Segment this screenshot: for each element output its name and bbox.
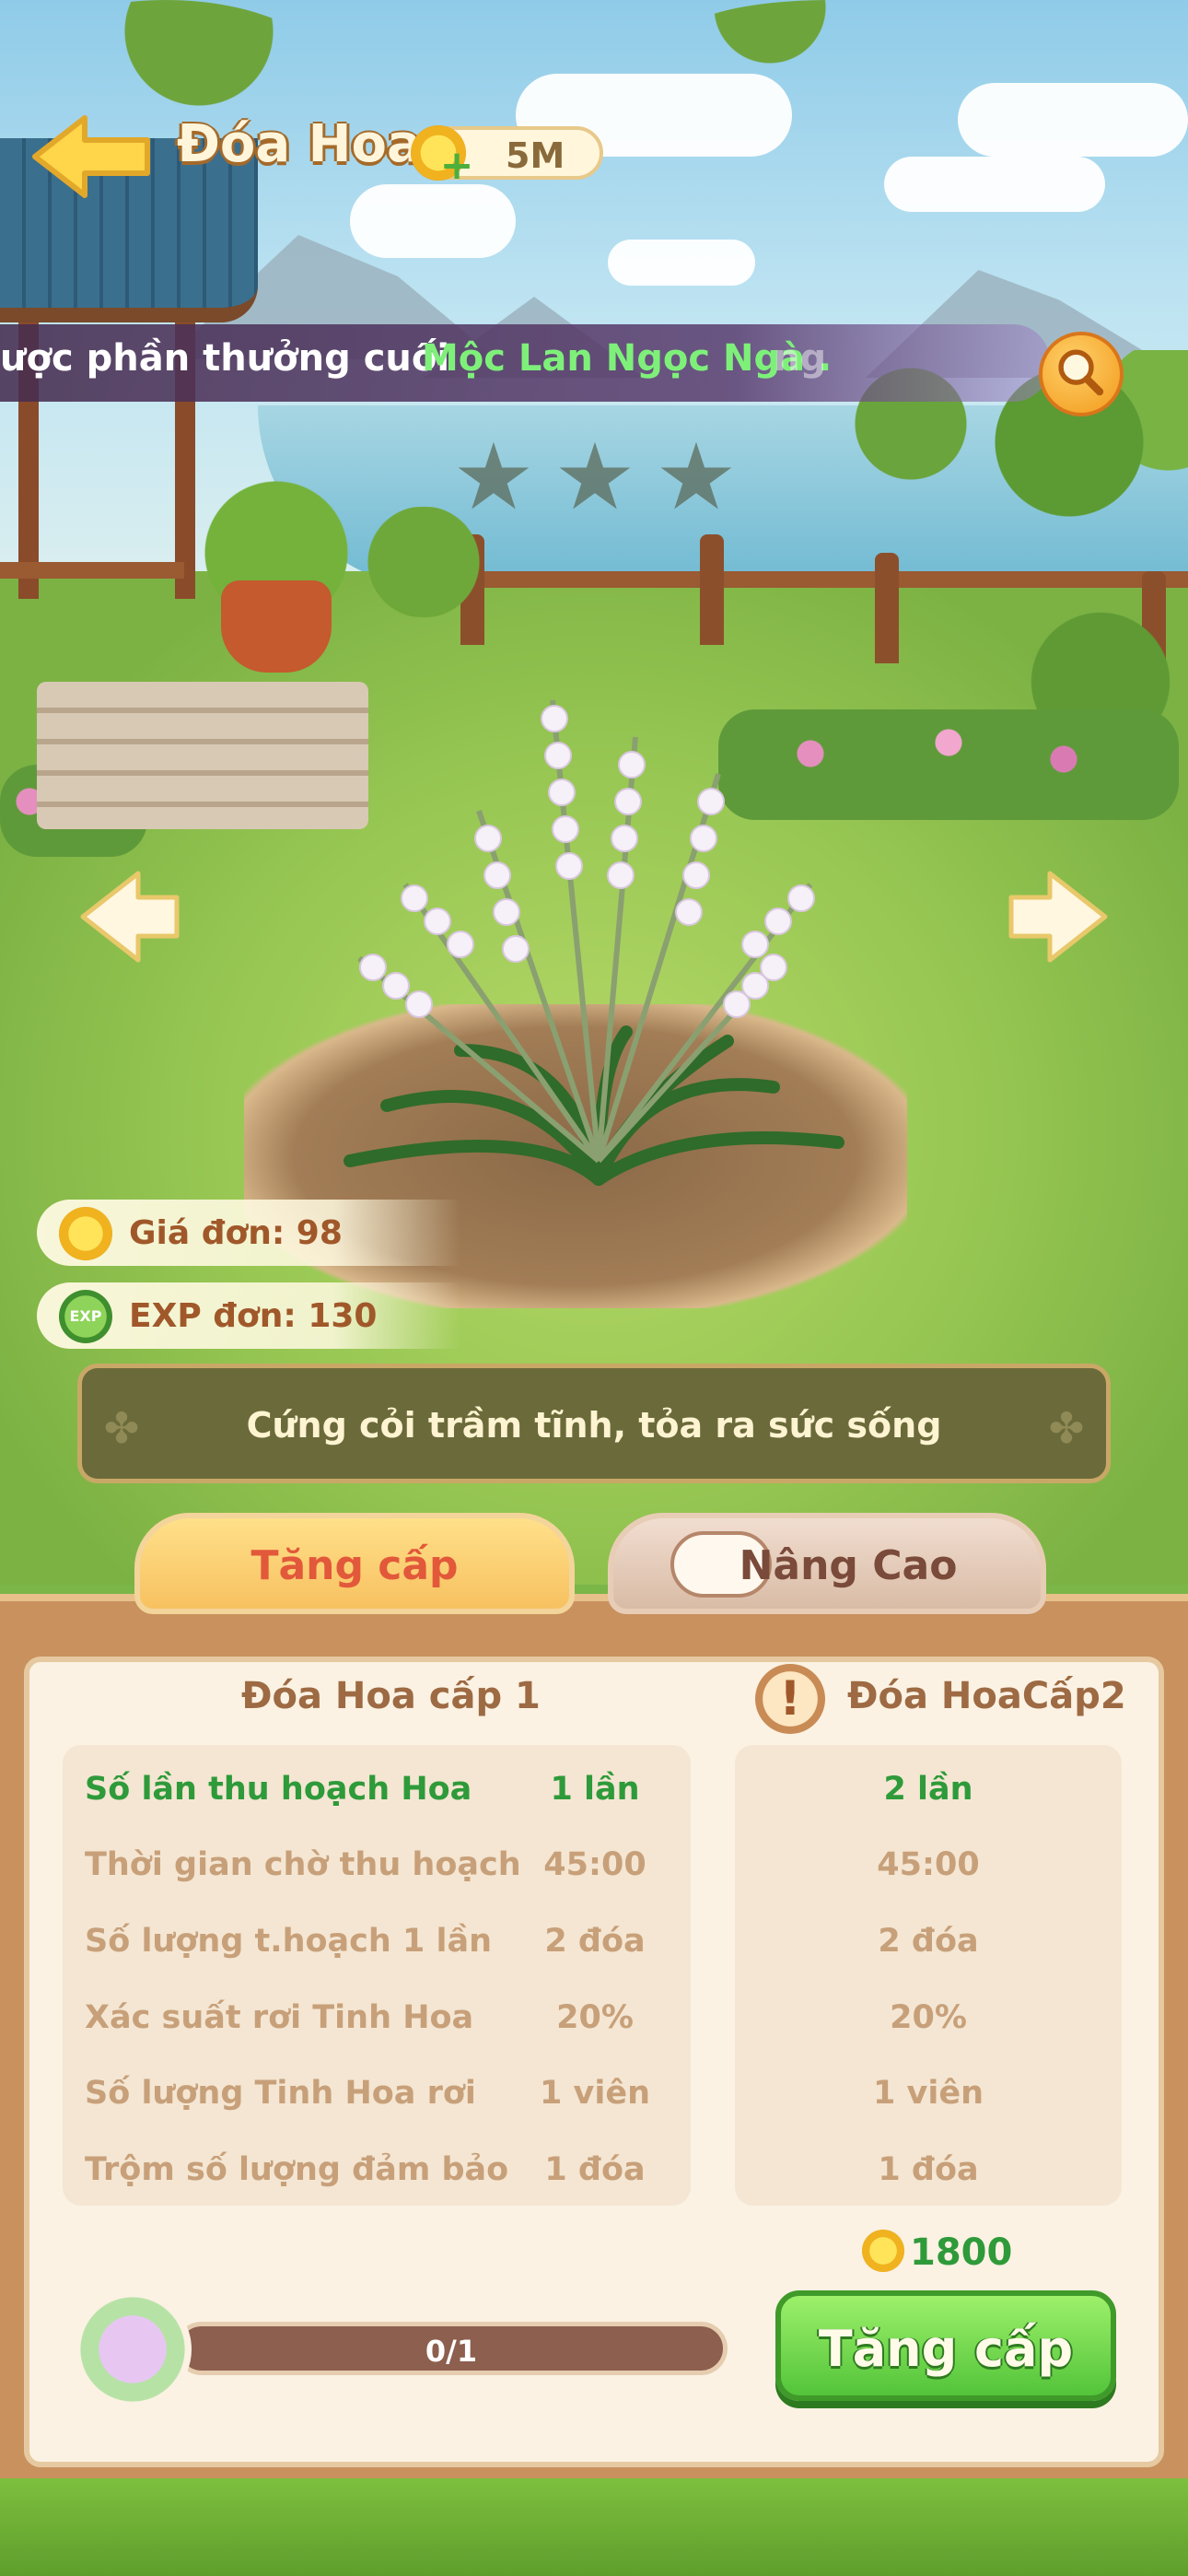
page-title: Đóa Hoa bbox=[177, 114, 422, 174]
lily-turf-plant bbox=[344, 699, 844, 1186]
stat-row-value: 2 đóa bbox=[544, 1923, 646, 1960]
plus-icon[interactable]: + bbox=[438, 146, 475, 186]
marquee-prefix: ược phần thưởng cuối bbox=[0, 337, 450, 380]
info-icon[interactable]: ! bbox=[755, 1664, 825, 1734]
next-stat-value: 1 đóa bbox=[878, 2151, 979, 2188]
leaf bbox=[344, 1140, 605, 1186]
flower-seed-icon[interactable] bbox=[74, 2290, 192, 2408]
fence-post bbox=[700, 534, 724, 645]
star-icon: ★ bbox=[452, 423, 535, 531]
next-stats-card bbox=[735, 1745, 1122, 2206]
current-stats-card bbox=[63, 1745, 691, 2206]
next-arrow-icon[interactable] bbox=[1004, 866, 1114, 967]
coin-amount: 5M bbox=[506, 135, 565, 176]
seed-progress-bar: 0/1 bbox=[175, 2322, 728, 2375]
stat-row-label: Xác suất rơi Tinh Hoa bbox=[85, 1999, 474, 2036]
upgrade-cost: 1800 bbox=[910, 2231, 1013, 2274]
cloud bbox=[608, 240, 755, 286]
stat-row-label: Trộm số lượng đảm bảo bbox=[85, 2151, 509, 2188]
coin-icon bbox=[862, 2230, 904, 2272]
tab-upgrade-label: Tăng cấp bbox=[250, 1542, 459, 1589]
search-button[interactable] bbox=[1039, 332, 1124, 416]
next-level-title: Đóa HoaCấp2 bbox=[847, 1675, 1126, 1717]
next-stat-value: 45:00 bbox=[877, 1846, 980, 1883]
tab-upgrade[interactable]: Tăng cấp bbox=[134, 1513, 575, 1614]
price-stat: Giá đơn: 98 bbox=[37, 1200, 460, 1266]
tab-advanced-label: Nâng Cao bbox=[739, 1542, 958, 1589]
stat-row-value: 45:00 bbox=[543, 1846, 646, 1883]
stat-row-label: Số lần thu hoạch Hoa bbox=[85, 1771, 472, 1808]
flower-pot bbox=[221, 580, 332, 673]
stat-row-label: Thời gian chờ thu hoạch bbox=[85, 1846, 521, 1883]
stat-row-value: 20% bbox=[556, 1999, 634, 2036]
exp-label: EXP đơn: 130 bbox=[129, 1297, 378, 1335]
stat-row-label: Số lượng Tinh Hoa rơi bbox=[85, 2075, 476, 2112]
prev-arrow-icon[interactable] bbox=[74, 866, 184, 967]
upgrade-button[interactable]: Tăng cấp bbox=[775, 2290, 1116, 2401]
plant-description: ✤ Cứng cỏi trầm tĩnh, tỏa ra sức sống ✤ bbox=[77, 1364, 1111, 1483]
price-label: Giá đơn: 98 bbox=[129, 1214, 343, 1252]
next-stat-value: 2 lần bbox=[883, 1771, 973, 1808]
exp-stat: EXP EXP đơn: 130 bbox=[37, 1282, 460, 1349]
tab-advanced[interactable]: Nâng Cao bbox=[608, 1513, 1046, 1614]
current-level-title: Đóa Hoa cấp 1 bbox=[241, 1675, 541, 1717]
coin-icon bbox=[59, 1207, 112, 1260]
next-stat-value: 1 viên bbox=[872, 2075, 984, 2112]
cloud bbox=[958, 83, 1188, 157]
next-stat-value: 20% bbox=[890, 1999, 967, 2036]
stat-row-label: Số lượng t.hoạch 1 lần bbox=[85, 1923, 493, 1960]
star-icon: ★ bbox=[655, 423, 738, 531]
cloud bbox=[884, 157, 1105, 212]
star-icon: ★ bbox=[553, 423, 636, 531]
upgrade-button-label: Tăng cấp bbox=[818, 2320, 1074, 2378]
progress-text: 0/1 bbox=[425, 2334, 478, 2369]
magnifier-icon bbox=[1058, 349, 1104, 396]
reward-marquee: ược phần thưởng cuối Mộc Lan Ngọc Ngà . … bbox=[0, 324, 1050, 402]
fence-post bbox=[875, 553, 899, 663]
description-text: Cứng cỏi trầm tĩnh, tỏa ra sức sống bbox=[246, 1405, 942, 1446]
leaf bbox=[592, 1131, 844, 1186]
exp-icon: EXP bbox=[59, 1290, 112, 1343]
next-stat-value: 2 đóa bbox=[878, 1923, 979, 1960]
fence bbox=[0, 562, 184, 663]
grass-footer bbox=[0, 2478, 1188, 2576]
cloud bbox=[350, 184, 516, 258]
clover-icon: ✤ bbox=[1048, 1403, 1085, 1453]
stat-row-value: 1 đóa bbox=[544, 2151, 646, 2188]
marquee-suffix: ng bbox=[774, 337, 827, 380]
back-arrow-icon[interactable] bbox=[28, 111, 157, 203]
tree-foliage bbox=[681, 0, 976, 74]
marquee-reward-name: Mộc Lan Ngọc Ngà . bbox=[422, 337, 833, 380]
stat-row-value: 1 lần bbox=[550, 1771, 640, 1808]
stat-row-value: 1 viên bbox=[539, 2075, 650, 2112]
